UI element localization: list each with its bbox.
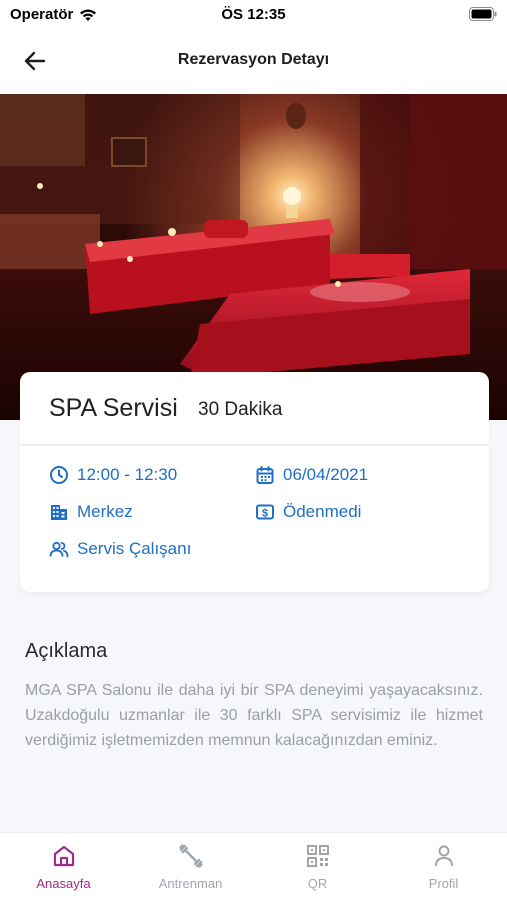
location-name: Merkez bbox=[77, 502, 133, 521]
description-title: Açıklama bbox=[25, 640, 108, 662]
staff-name: Servis Çalışanı bbox=[77, 539, 192, 558]
dumbbell-icon bbox=[178, 844, 203, 868]
page-title: Rezervasyon Detayı bbox=[177, 51, 330, 68]
tab-label: Profil bbox=[428, 876, 459, 891]
tab-label: QR bbox=[307, 876, 328, 891]
tab-qr[interactable]: QR bbox=[254, 833, 381, 901]
payment-row: $ Ödenmedi bbox=[255, 502, 361, 522]
staff-row: Servis Çalışanı bbox=[49, 539, 191, 559]
reservation-date: 06/04/2021 bbox=[283, 465, 369, 484]
description-text: MGA SPA Salonu ile daha iyi bir SPA dene… bbox=[25, 682, 483, 749]
tab-anasayfa[interactable]: Anasayfa bbox=[0, 833, 127, 901]
service-name: SPA Servisi bbox=[49, 394, 178, 422]
dollar-bill-icon: $ bbox=[256, 504, 274, 520]
status-time: ÖS 12:35 bbox=[221, 6, 286, 23]
user-icon bbox=[434, 845, 453, 867]
tab-antrenman[interactable]: Antrenman bbox=[127, 833, 254, 901]
calendar-icon bbox=[256, 466, 274, 484]
svg-text:$: $ bbox=[262, 507, 268, 519]
service-title-card: SPA Servisi 30 Dakika bbox=[20, 372, 489, 444]
clock-icon bbox=[50, 466, 68, 484]
time-range: 12:00 - 12:30 bbox=[77, 465, 178, 484]
tab-profil[interactable]: Profil bbox=[380, 833, 507, 901]
battery-icon bbox=[469, 7, 497, 21]
location-row: Merkez bbox=[49, 502, 133, 522]
service-duration: 30 Dakika bbox=[198, 399, 283, 420]
status-bar: Operatör ÖS 12:35 bbox=[0, 0, 507, 28]
payment-status: Ödenmedi bbox=[283, 502, 362, 521]
users-icon bbox=[49, 541, 69, 558]
tab-label: Anasayfa bbox=[36, 876, 91, 891]
date-row: 06/04/2021 bbox=[255, 465, 368, 485]
time-range-row: 12:00 - 12:30 bbox=[49, 465, 177, 485]
home-icon bbox=[53, 845, 74, 867]
building-icon bbox=[51, 505, 67, 520]
bottom-tab-bar: Anasayfa Antrenman QR Profil bbox=[0, 832, 507, 901]
service-info-card: 12:00 - 12:30 06/04/2021 Merkez $ Ödenme… bbox=[20, 446, 489, 592]
app-header: Rezervasyon Detayı bbox=[0, 28, 507, 94]
tab-label: Antrenman bbox=[158, 876, 223, 891]
qr-code-icon bbox=[306, 845, 329, 867]
